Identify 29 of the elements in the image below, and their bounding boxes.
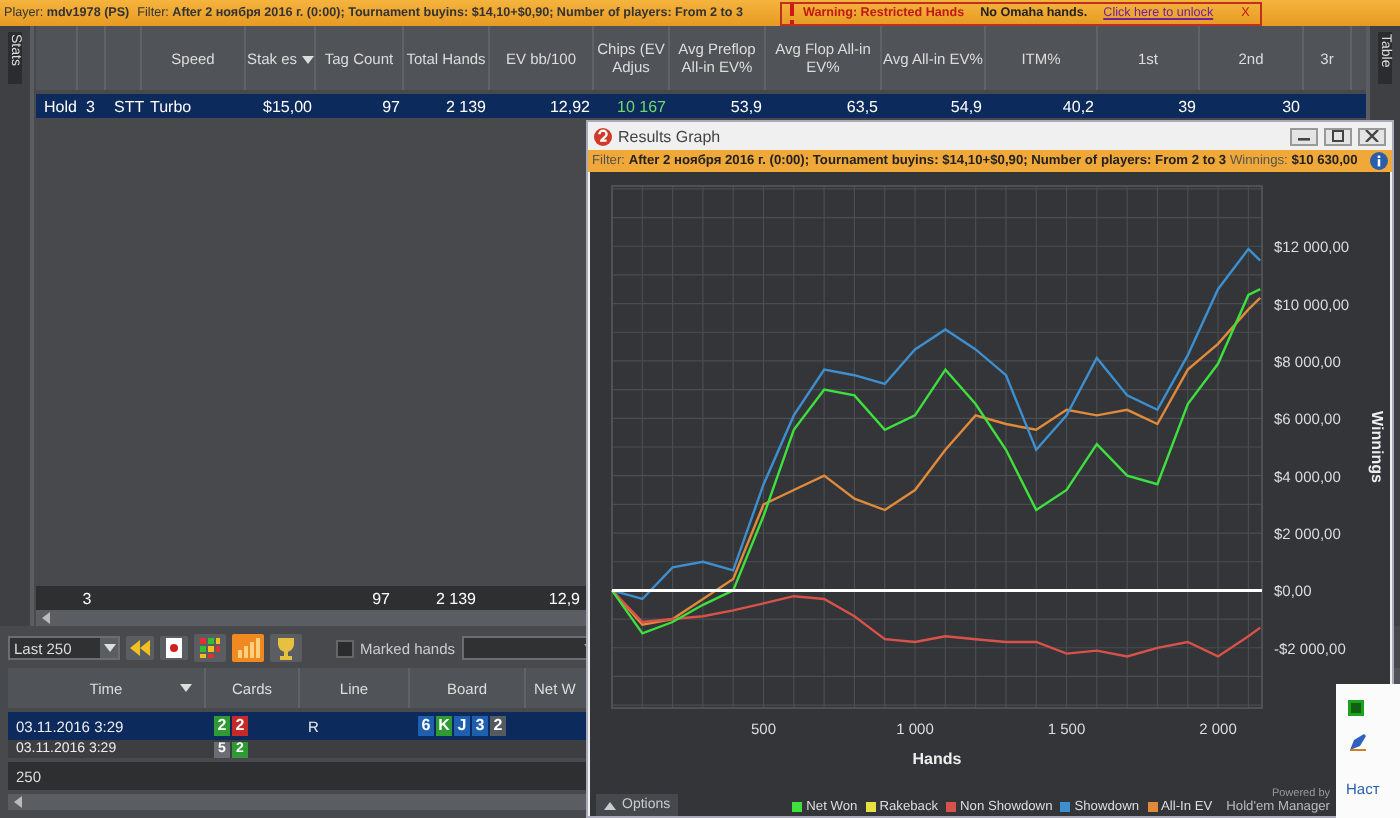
total-cell: 3 xyxy=(82,589,92,607)
table-cell: 2 139 xyxy=(445,97,486,115)
table-cell: 54,9 xyxy=(950,97,982,115)
table-cell: 53,9 xyxy=(730,97,762,115)
table-cell: 12,92 xyxy=(549,97,590,115)
table-cell: $15,00 xyxy=(263,97,312,115)
card: 2 xyxy=(214,716,230,736)
table-cell: STT xyxy=(114,97,145,115)
card: J xyxy=(454,716,470,736)
total-cell: 2 139 xyxy=(435,589,476,607)
table-cell: 10 167 xyxy=(617,97,666,115)
table-cell: 40,2 xyxy=(1062,97,1094,115)
card: 2 xyxy=(490,716,506,736)
card: 3 xyxy=(472,716,488,736)
table-cell: Turbo xyxy=(150,97,192,115)
x-axis-title: Hands xyxy=(912,750,962,768)
total-cell: 97 xyxy=(372,589,390,607)
table-cell: 97 xyxy=(382,97,400,115)
table-cell: 3 xyxy=(86,97,95,115)
table-cell: 30 xyxy=(1282,97,1300,115)
window-title: Results Graph xyxy=(618,127,721,145)
card: 2 xyxy=(232,716,248,736)
card: K xyxy=(436,716,452,736)
y-axis-title: Winnings xyxy=(1368,411,1386,483)
total-cell: 12,9 xyxy=(548,589,580,607)
table-cell: 39 xyxy=(1178,97,1196,115)
table-cell: Hold xyxy=(44,97,77,115)
table-cell: 63,5 xyxy=(846,97,878,115)
card: 6 xyxy=(418,716,434,736)
